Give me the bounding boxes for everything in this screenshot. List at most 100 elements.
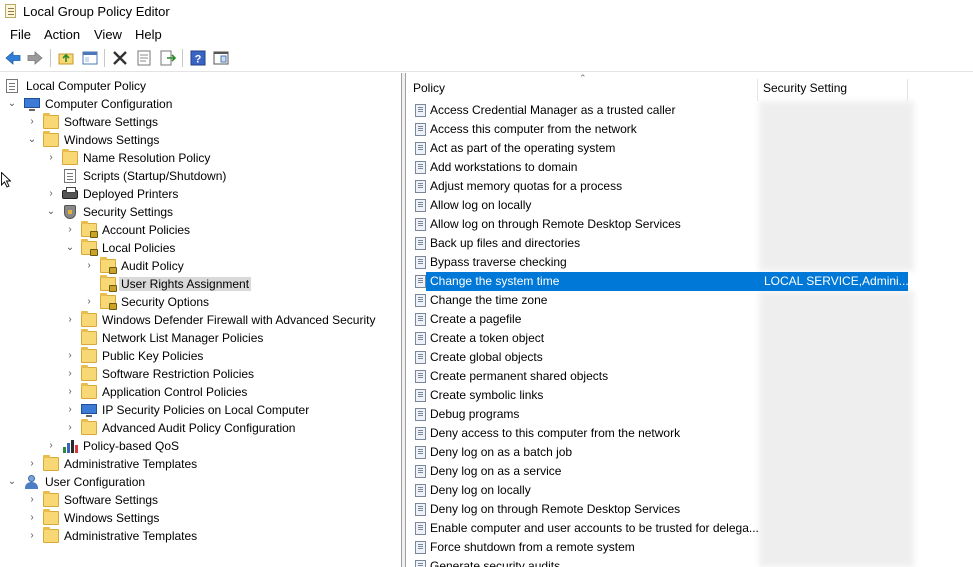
tree-item-windows-defender-firewall[interactable]: › Windows Defender Firewall with Advance… [0, 311, 400, 329]
tree-item-software-settings[interactable]: › Software Settings [0, 113, 400, 131]
policy-icon [415, 199, 426, 212]
list-item[interactable]: Create global objects [406, 348, 973, 367]
chevron-down-icon[interactable]: ⌄ [6, 95, 18, 113]
chevron-right-icon[interactable]: › [26, 527, 38, 545]
tree-item-user-configuration[interactable]: ⌄ User Configuration [0, 473, 400, 491]
menu-help[interactable]: Help [135, 27, 162, 42]
menu-view[interactable]: View [94, 27, 122, 42]
menu-action[interactable]: Action [44, 27, 80, 42]
properties-icon[interactable] [135, 49, 153, 67]
tree-item-security-settings[interactable]: ⌄ Security Settings [0, 203, 400, 221]
tree-item-user-software-settings[interactable]: › Software Settings [0, 491, 400, 509]
tree-item-software-restriction-policies[interactable]: › Software Restriction Policies [0, 365, 400, 383]
list-item[interactable]: Allow log on through Remote Desktop Serv… [406, 215, 973, 234]
list-item[interactable]: Create a pagefile [406, 310, 973, 329]
chevron-right-icon[interactable]: › [26, 491, 38, 509]
list-item[interactable]: Back up files and directories [406, 234, 973, 253]
list-item[interactable]: Allow log on locally [406, 196, 973, 215]
back-icon[interactable] [4, 49, 22, 67]
policy-icon [415, 237, 426, 250]
list-item[interactable]: Deny log on as a service [406, 462, 973, 481]
list-item[interactable]: Access this computer from the network [406, 120, 973, 139]
chevron-right-icon[interactable]: › [64, 419, 76, 437]
list-item[interactable]: Bypass traverse checking [406, 253, 973, 272]
chevron-right-icon[interactable]: › [64, 311, 76, 329]
policy-name: Deny log on through Remote Desktop Servi… [430, 502, 681, 516]
list-item[interactable]: Create symbolic links [406, 386, 973, 405]
tree-item-deployed-printers[interactable]: › Deployed Printers [0, 185, 400, 203]
delete-icon[interactable] [111, 49, 129, 67]
console-tree[interactable]: Local Computer Policy ⌄ Computer Configu… [0, 73, 401, 567]
tree-item-user-rights-assignment[interactable]: User Rights Assignment [0, 275, 400, 293]
list-item-selected[interactable]: Change the system time LOCAL SERVICE,Admi… [406, 272, 973, 291]
forward-icon[interactable] [26, 49, 44, 67]
chevron-right-icon[interactable]: › [83, 257, 95, 275]
tree-item-administrative-templates[interactable]: › Administrative Templates [0, 455, 400, 473]
tree-item-advanced-audit-policy[interactable]: › Advanced Audit Policy Configuration [0, 419, 400, 437]
list-item[interactable]: Deny access to this computer from the ne… [406, 424, 973, 443]
tree-item-application-control-policies[interactable]: › Application Control Policies [0, 383, 400, 401]
chevron-down-icon[interactable]: ⌄ [6, 473, 18, 491]
column-header-security-setting[interactable]: Security Setting [763, 81, 847, 95]
chevron-down-icon[interactable]: ⌄ [45, 203, 57, 221]
column-divider[interactable] [907, 79, 908, 101]
policy-name: Bypass traverse checking [430, 255, 567, 269]
tree-item-scripts[interactable]: Scripts (Startup/Shutdown) [0, 167, 400, 185]
column-header-policy[interactable]: Policy [413, 81, 445, 95]
list-item[interactable]: Generate security audits [406, 557, 973, 567]
chevron-right-icon[interactable]: › [26, 509, 38, 527]
chevron-right-icon[interactable]: › [64, 401, 76, 419]
help-icon[interactable]: ? [189, 49, 207, 67]
chevron-right-icon[interactable]: › [45, 185, 57, 203]
tree-item-policy-based-qos[interactable]: › Policy-based QoS [0, 437, 400, 455]
tree-item-network-list-manager-policies[interactable]: Network List Manager Policies [0, 329, 400, 347]
tree-item-local-computer-policy[interactable]: Local Computer Policy [0, 77, 400, 95]
chevron-down-icon[interactable]: ⌄ [26, 131, 38, 149]
list-item[interactable]: Force shutdown from a remote system [406, 538, 973, 557]
chevron-right-icon[interactable]: › [26, 113, 38, 131]
list-item[interactable]: Change the time zone [406, 291, 973, 310]
chevron-right-icon[interactable]: › [64, 221, 76, 239]
list-item[interactable]: Create permanent shared objects [406, 367, 973, 386]
tree-item-windows-settings[interactable]: ⌄ Windows Settings [0, 131, 400, 149]
list-item[interactable]: Enable computer and user accounts to be … [406, 519, 973, 538]
chevron-right-icon[interactable]: › [83, 293, 95, 311]
chevron-down-icon[interactable]: ⌄ [64, 239, 76, 257]
policy-name: Access Credential Manager as a trusted c… [430, 103, 676, 117]
export-list-icon[interactable] [159, 49, 177, 67]
tree-item-public-key-policies[interactable]: › Public Key Policies [0, 347, 400, 365]
tree-item-local-policies[interactable]: ⌄ Local Policies [0, 239, 400, 257]
tree-item-account-policies[interactable]: › Account Policies [0, 221, 400, 239]
chevron-right-icon[interactable]: › [26, 455, 38, 473]
chevron-right-icon[interactable]: › [45, 437, 57, 455]
tree-item-ip-security-policies[interactable]: › IP Security Policies on Local Computer [0, 401, 400, 419]
toolbar-separator [50, 49, 51, 67]
tree-item-security-options[interactable]: › Security Options [0, 293, 400, 311]
list-item[interactable]: Add workstations to domain [406, 158, 973, 177]
list-item[interactable]: Create a token object [406, 329, 973, 348]
tree-item-computer-configuration[interactable]: ⌄ Computer Configuration [0, 95, 400, 113]
details-pane[interactable]: ⌃ Policy Security Setting Access Credent… [405, 73, 973, 567]
column-divider[interactable] [757, 79, 758, 101]
chevron-right-icon[interactable]: › [64, 347, 76, 365]
list-item[interactable]: Access Credential Manager as a trusted c… [406, 101, 973, 120]
policy-icon [415, 560, 426, 567]
list-item[interactable]: Act as part of the operating system [406, 139, 973, 158]
tree-item-name-resolution-policy[interactable]: › Name Resolution Policy [0, 149, 400, 167]
extended-view-icon[interactable] [212, 49, 230, 67]
tree-item-user-administrative-templates[interactable]: › Administrative Templates [0, 527, 400, 545]
list-item[interactable]: Debug programs [406, 405, 973, 424]
list-item[interactable]: Deny log on as a batch job [406, 443, 973, 462]
chevron-right-icon[interactable]: › [64, 365, 76, 383]
tree-item-audit-policy[interactable]: › Audit Policy [0, 257, 400, 275]
chevron-right-icon[interactable]: › [45, 149, 57, 167]
list-item[interactable]: Adjust memory quotas for a process [406, 177, 973, 196]
tree-item-user-windows-settings[interactable]: › Windows Settings [0, 509, 400, 527]
sort-ascending-icon: ⌃ [579, 73, 587, 83]
chevron-right-icon[interactable]: › [64, 383, 76, 401]
up-folder-icon[interactable] [57, 49, 75, 67]
show-hide-tree-icon[interactable] [81, 49, 99, 67]
list-item[interactable]: Deny log on locally [406, 481, 973, 500]
menu-file[interactable]: File [10, 27, 31, 42]
list-item[interactable]: Deny log on through Remote Desktop Servi… [406, 500, 973, 519]
